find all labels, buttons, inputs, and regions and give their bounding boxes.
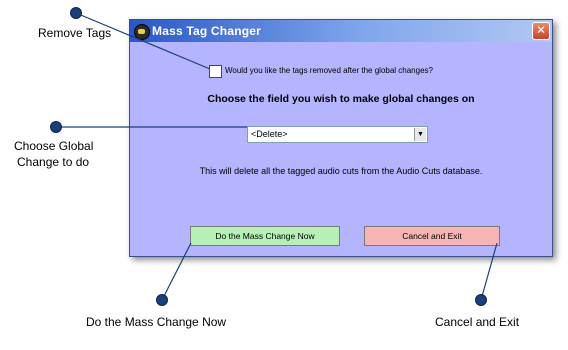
title-bar[interactable]: Mass Tag Changer ✕	[130, 20, 552, 42]
close-button[interactable]: ✕	[532, 22, 550, 40]
remove-tags-label: Would you like the tags removed after th…	[225, 66, 433, 75]
callout-remove-tags-label: Remove Tags	[38, 26, 112, 40]
window-title: Mass Tag Changer	[152, 24, 262, 38]
mass-change-button[interactable]: Do the Mass Change Now	[190, 226, 340, 246]
callout-dot-cancel	[475, 294, 487, 306]
action-description: This will delete all the tagged audio cu…	[199, 166, 483, 176]
callout-choose-global-label-line2: Change to do	[17, 155, 90, 169]
callout-dot-remove-tags	[70, 7, 82, 19]
app-icon	[134, 24, 150, 40]
callout-choose-global-label-line1: Choose Global	[14, 139, 94, 153]
callout-dot-choose-global	[50, 121, 62, 133]
global-change-select[interactable]: <Delete> ▼	[247, 126, 428, 143]
callout-mass-change-label: Do the Mass Change Now	[86, 315, 227, 329]
cancel-exit-button[interactable]: Cancel and Exit	[364, 226, 500, 246]
chevron-down-icon[interactable]: ▼	[414, 128, 426, 141]
remove-tags-checkbox[interactable]	[209, 65, 222, 78]
mass-tag-changer-window: Mass Tag Changer ✕ Would you like the ta…	[129, 19, 553, 257]
callout-cancel-label: Cancel and Exit	[435, 315, 520, 329]
field-heading: Choose the field you wish to make global…	[207, 93, 475, 105]
select-value: <Delete>	[251, 129, 288, 139]
callout-dot-mass-change	[156, 294, 168, 306]
